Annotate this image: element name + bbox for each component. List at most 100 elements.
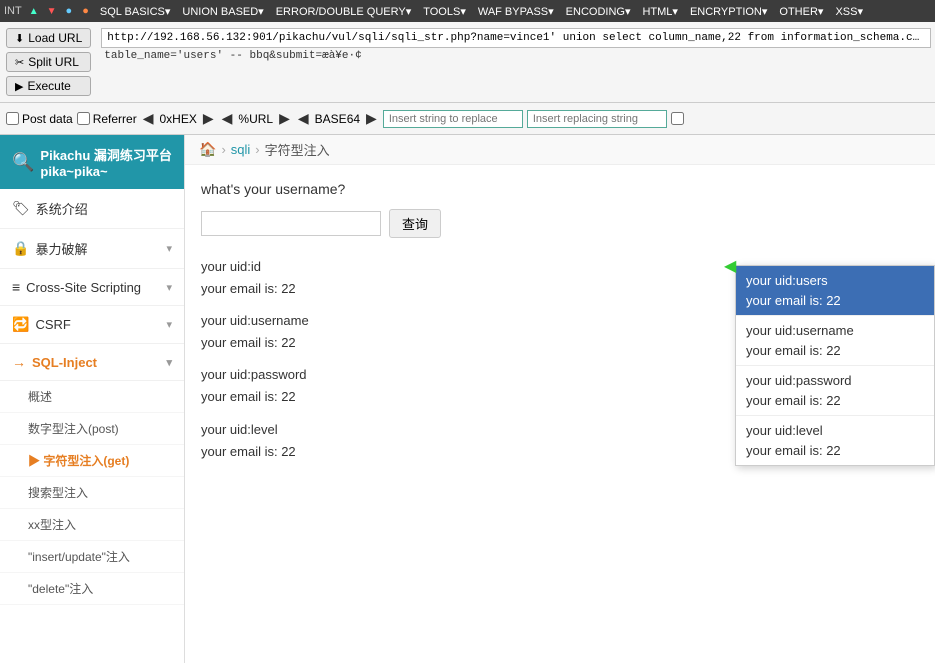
- post-data-checkbox[interactable]: [6, 112, 19, 125]
- sidebar-xss-label: Cross-Site Scripting: [26, 280, 141, 295]
- menu-waf-bypass[interactable]: WAF BYPASS▾: [475, 5, 557, 18]
- dropdown-section-0[interactable]: your uid:users your email is: 22: [736, 266, 934, 316]
- menu-encoding[interactable]: ENCODING▾: [563, 5, 634, 18]
- breadcrumb-sqli[interactable]: sqli: [231, 142, 251, 157]
- query-button[interactable]: 查询: [389, 209, 441, 238]
- dropdown-item-3-line1: your uid:level: [746, 421, 924, 441]
- sidebar-subitem-search[interactable]: 搜索型注入: [0, 477, 184, 509]
- post-data-group: Post data: [6, 112, 73, 126]
- menu-union-based[interactable]: UNION BASED▾: [179, 5, 266, 18]
- dropdown-item-3-line2: your email is: 22: [746, 441, 924, 461]
- hex-label: 0xHEX: [160, 112, 197, 126]
- username-search-input[interactable]: [201, 211, 381, 236]
- sidebar-subitem-xx[interactable]: xx型注入: [0, 509, 184, 541]
- insert-update-label: "insert/update"注入: [28, 550, 130, 564]
- brute-chevron: ▾: [166, 242, 172, 255]
- base64-left-arrow[interactable]: ◀: [296, 110, 311, 127]
- delete-label: "delete"注入: [28, 582, 93, 596]
- dropdown-section-2[interactable]: your uid:password your email is: 22: [736, 366, 934, 416]
- csrf-icon: 🔁: [12, 316, 29, 333]
- content-question: what's your username?: [201, 181, 919, 197]
- replace-checkbox[interactable]: [671, 112, 684, 125]
- dropdown-item-2-line2: your email is: 22: [746, 391, 924, 411]
- split-url-button[interactable]: ✂ Split URL: [6, 52, 91, 72]
- referrer-label: Referrer: [93, 112, 137, 126]
- app-title: Pikachu 漏洞练习平台 pika~pika~: [40, 145, 172, 179]
- sidebar-subitem-insert-update[interactable]: "insert/update"注入: [0, 541, 184, 573]
- dropdown-arrow: ◀: [724, 256, 736, 276]
- url-line2: table_name='users' -- bbq&submit=æà¥e·¢: [101, 50, 931, 62]
- sidebar-item-brute[interactable]: 🔒 暴力破解 ▾: [0, 229, 184, 269]
- base64-right-arrow[interactable]: ▶: [364, 110, 379, 127]
- address-bar-row: ⬇ Load URL ✂ Split URL ▶ Execute table_n…: [0, 22, 935, 103]
- home-icon: 🏠: [199, 141, 216, 158]
- load-url-icon: ⬇: [15, 32, 24, 45]
- breadcrumb-sep2: ›: [255, 142, 259, 157]
- encode-toolbar: Post data Referrer ◀ 0xHEX ▶ ◀ %URL ▶ ◀ …: [0, 103, 935, 135]
- dropdown-item-2-line1: your uid:password: [746, 371, 924, 391]
- execute-button[interactable]: ▶ Execute: [6, 76, 91, 96]
- url-left-arrow[interactable]: ◀: [220, 110, 235, 127]
- menu-other[interactable]: OTHER▾: [776, 5, 826, 18]
- sidebar-csrf-label: CSRF: [35, 317, 70, 332]
- menu-xss[interactable]: XSS▾: [832, 5, 866, 18]
- menu-error-double-query[interactable]: ERROR/DOUBLE QUERY▾: [273, 5, 415, 18]
- menu-html[interactable]: HTML▾: [639, 5, 680, 18]
- sidebar-item-xss[interactable]: ≡ Cross-Site Scripting ▾: [0, 269, 184, 306]
- sqli-icon: →: [12, 354, 26, 370]
- numeric-post-label: 数字型注入(post): [28, 422, 119, 436]
- dropdown-section-1[interactable]: your uid:username your email is: 22: [736, 316, 934, 366]
- sidebar-item-sqli[interactable]: → SQL-Inject ▾: [0, 344, 184, 381]
- menu-encryption[interactable]: ENCRYPTION▾: [687, 5, 770, 18]
- sidebar-subitem-numeric-post[interactable]: 数字型注入(post): [0, 413, 184, 445]
- dropdown-section-3[interactable]: your uid:level your email is: 22: [736, 416, 934, 465]
- menu-sql-basics[interactable]: SQL BASICS▾: [97, 5, 174, 18]
- breadcrumb-page: 字符型注入: [265, 140, 330, 159]
- sidebar-brute-label: 暴力破解: [35, 239, 87, 258]
- arrow-down: ▼: [47, 6, 57, 17]
- app-icon: 🔍: [12, 152, 34, 173]
- sidebar-subitem-string-get[interactable]: 字符型注入(get): [0, 445, 184, 477]
- arrow-dot: ●: [82, 5, 89, 17]
- menu-tools[interactable]: TOOLS▾: [420, 5, 469, 18]
- post-data-label: Post data: [22, 112, 73, 126]
- load-url-button[interactable]: ⬇ Load URL: [6, 28, 91, 48]
- string-get-label: 字符型注入(get): [43, 454, 129, 468]
- search-row: 查询: [201, 209, 919, 238]
- brute-icon: 🔒: [12, 240, 29, 257]
- hex-left-arrow[interactable]: ◀: [141, 110, 156, 127]
- dropdown-item-0-line2: your email is: 22: [746, 291, 924, 311]
- url-input[interactable]: [101, 28, 931, 48]
- referrer-checkbox[interactable]: [77, 112, 90, 125]
- xss-chevron: ▾: [166, 281, 172, 294]
- insert-string-input[interactable]: [383, 110, 523, 128]
- url-right-arrow[interactable]: ▶: [277, 110, 292, 127]
- sidebar-subitem-overview[interactable]: 概述: [0, 381, 184, 413]
- sidebar-item-intro[interactable]: 🏷 系统介绍: [0, 189, 184, 229]
- replace-dropdown: ◀ your uid:users your email is: 22 your …: [735, 265, 935, 466]
- url-area: table_name='users' -- bbq&submit=æà¥e·¢: [97, 26, 935, 64]
- sidebar-sqli-label: SQL-Inject: [32, 355, 97, 370]
- main-wrapper: 🔍 Pikachu 漏洞练习平台 pika~pika~ 🏷 系统介绍 🔒 暴力破…: [0, 135, 935, 663]
- csrf-chevron: ▾: [166, 318, 172, 331]
- overview-label: 概述: [28, 390, 52, 404]
- sidebar-item-csrf[interactable]: 🔁 CSRF ▾: [0, 306, 184, 344]
- hex-right-arrow[interactable]: ▶: [201, 110, 216, 127]
- execute-icon: ▶: [15, 80, 23, 93]
- insert-replacing-input[interactable]: [527, 110, 667, 128]
- sidebar: 🔍 Pikachu 漏洞练习平台 pika~pika~ 🏷 系统介绍 🔒 暴力破…: [0, 135, 185, 663]
- xss-icon: ≡: [12, 279, 20, 295]
- top-toolbar: INT ▲ ▼ ● ● SQL BASICS▾ UNION BASED▾ ERR…: [0, 0, 935, 22]
- intro-icon: 🏷: [12, 200, 30, 217]
- sqli-chevron: ▾: [166, 356, 172, 369]
- sidebar-intro-label: 系统介绍: [36, 199, 88, 218]
- dropdown-item-1-line2: your email is: 22: [746, 341, 924, 361]
- int-label: INT: [4, 5, 22, 17]
- left-buttons: ⬇ Load URL ✂ Split URL ▶ Execute: [0, 26, 97, 98]
- sidebar-subitem-delete[interactable]: "delete"注入: [0, 573, 184, 605]
- breadcrumb: 🏠 › sqli › 字符型注入: [185, 135, 935, 165]
- app-header: 🔍 Pikachu 漏洞练习平台 pika~pika~: [0, 135, 184, 189]
- xx-label: xx型注入: [28, 518, 76, 532]
- url-label: %URL: [238, 112, 273, 126]
- arrow-right: ●: [66, 5, 73, 17]
